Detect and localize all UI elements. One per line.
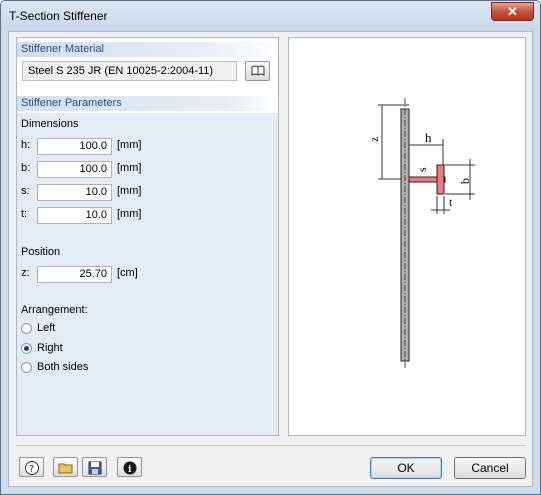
s-input[interactable]: 10.0 <box>37 184 112 201</box>
arrangement-both-radio[interactable] <box>21 362 32 373</box>
material-section-header: Stiffener Material <box>17 42 278 57</box>
settings-panel: Stiffener Material Steel S 235 JR (EN 10… <box>16 37 279 436</box>
material-library-button[interactable] <box>245 61 270 81</box>
parameters-area: Dimensions h: 100.0 [mm] b: 100.0 [mm] s… <box>17 113 278 435</box>
s-label: s: <box>21 185 30 197</box>
z-label: z: <box>21 267 30 279</box>
button-separator <box>16 445 526 446</box>
close-button[interactable]: ✕ <box>491 2 534 21</box>
t-input[interactable]: 10.0 <box>37 207 112 224</box>
info-button[interactable]: i <box>117 457 142 477</box>
b-dim-label: b <box>458 178 472 184</box>
parameters-section-header: Stiffener Parameters <box>17 96 278 111</box>
stiffener-preview: z h s b t <box>288 37 526 436</box>
arrangement-right-radio[interactable] <box>21 343 32 354</box>
h-input[interactable]: 100.0 <box>37 138 112 155</box>
help-button[interactable]: ? <box>19 457 44 477</box>
h-unit: [mm] <box>117 139 142 151</box>
t-dim-label: t <box>449 195 453 209</box>
t-unit: [mm] <box>117 208 142 220</box>
dimensions-label: Dimensions <box>21 118 79 130</box>
arrangement-left-radio[interactable] <box>21 323 32 334</box>
close-icon: ✕ <box>507 4 518 19</box>
stiffener-flange <box>436 164 445 195</box>
h-label: h: <box>21 139 31 151</box>
stiffener-diagram: z h s b t <box>367 98 475 370</box>
z-dim-label: z <box>367 137 381 142</box>
t-label: t: <box>21 208 28 220</box>
title-bar: T-Section Stiffener ✕ <box>1 1 540 31</box>
position-label: Position <box>21 246 61 258</box>
h-dim-label: h <box>425 130 432 145</box>
save-button[interactable] <box>82 457 107 477</box>
open-button[interactable] <box>53 457 78 477</box>
dialog-client-area: Stiffener Material Steel S 235 JR (EN 10… <box>8 31 533 487</box>
info-icon: i <box>123 461 137 475</box>
save-icon <box>88 461 102 475</box>
z-unit: [cm] <box>117 267 138 279</box>
s-unit: [mm] <box>117 185 142 197</box>
ok-button[interactable]: OK <box>370 457 442 479</box>
book-icon <box>251 65 265 76</box>
svg-text:i: i <box>128 465 132 475</box>
arrangement-left-label[interactable]: Left <box>37 322 55 334</box>
open-folder-icon <box>58 463 73 474</box>
help-icon: ? <box>25 461 39 475</box>
material-field: Steel S 235 JR (EN 10025-2:2004-11) <box>22 61 237 81</box>
svg-text:?: ? <box>29 464 34 475</box>
arrangement-label: Arrangement: <box>21 304 88 316</box>
s-dim-label: s <box>415 167 429 172</box>
arrangement-right-label[interactable]: Right <box>37 342 63 354</box>
window-title: T-Section Stiffener <box>9 9 108 23</box>
z-input[interactable]: 25.70 <box>37 266 112 283</box>
dialog-window: T-Section Stiffener ✕ Stiffener Material… <box>0 0 541 495</box>
arrangement-both-label[interactable]: Both sides <box>37 361 88 373</box>
b-label: b: <box>21 162 31 174</box>
cancel-button[interactable]: Cancel <box>454 457 526 479</box>
b-unit: [mm] <box>117 162 142 174</box>
b-input[interactable]: 100.0 <box>37 161 112 178</box>
